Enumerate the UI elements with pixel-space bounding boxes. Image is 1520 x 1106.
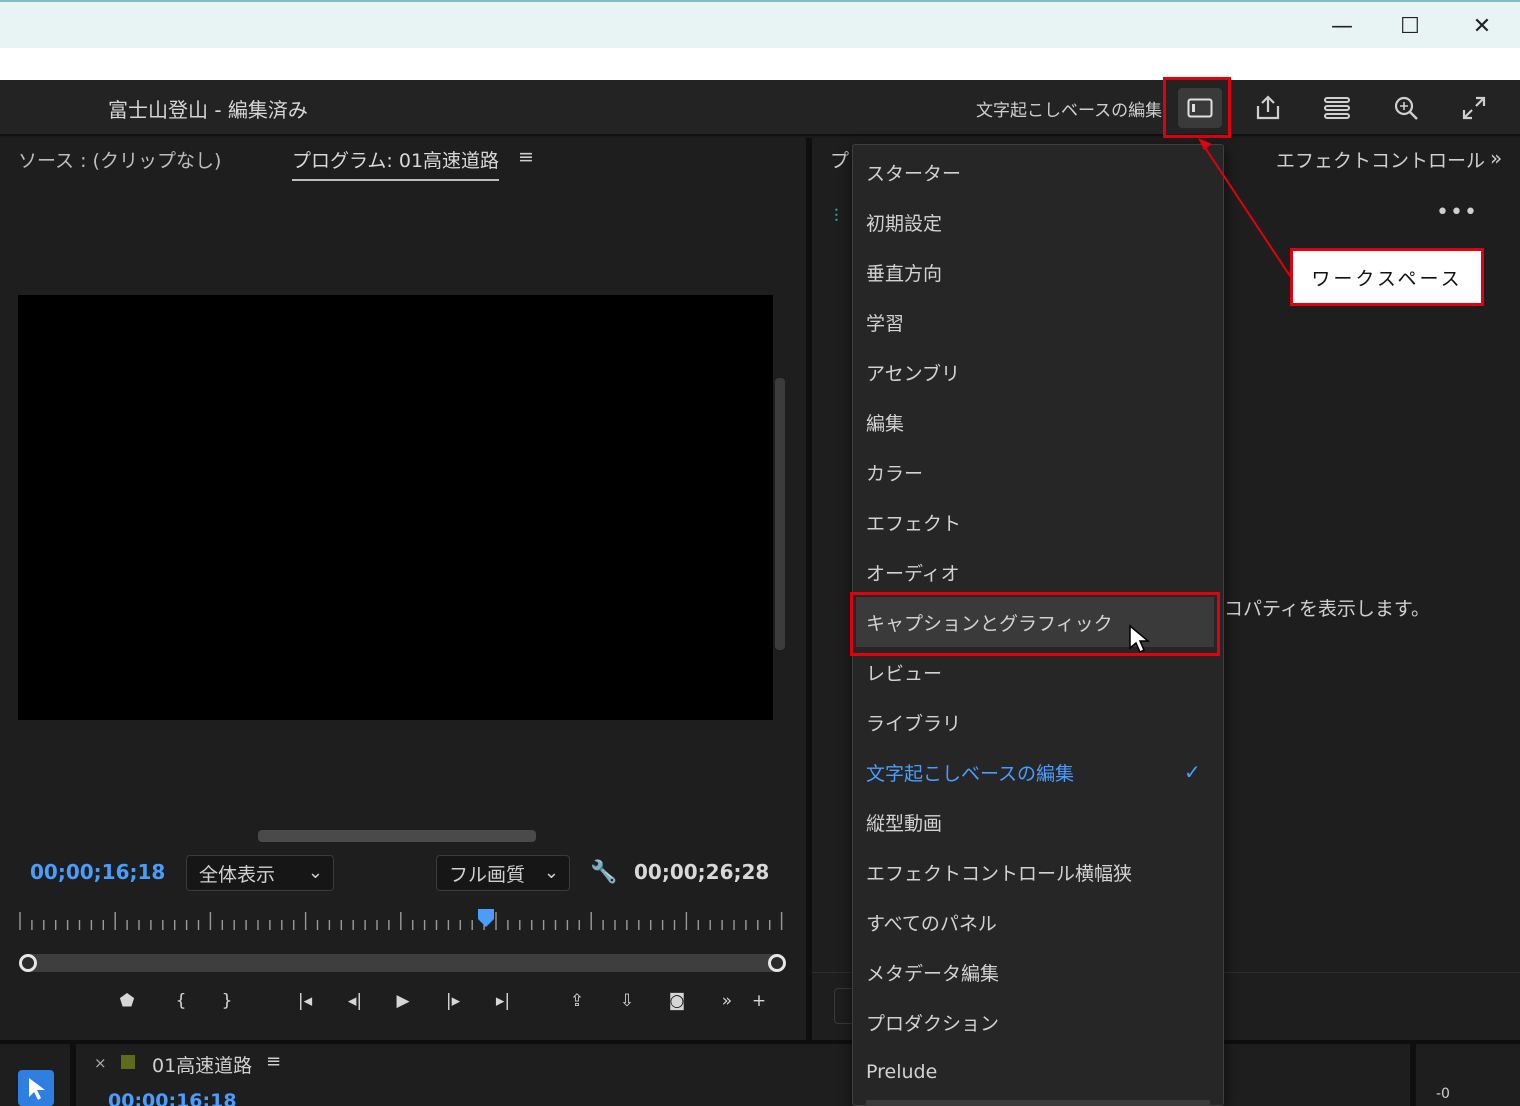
timeline-timecode[interactable]: 00;00;16;18 bbox=[108, 1090, 237, 1106]
audio-meter-label: -0 bbox=[1436, 1086, 1450, 1102]
menu-item-highlight bbox=[850, 592, 1220, 656]
sequence-menu-icon[interactable]: ≡ bbox=[266, 1051, 281, 1072]
align-icon: ⫶ bbox=[834, 206, 839, 227]
close-window-button[interactable]: ✕ bbox=[1462, 10, 1502, 42]
horizontal-scrollbar[interactable] bbox=[258, 830, 536, 842]
time-ruler[interactable] bbox=[18, 908, 786, 932]
workspace-menu-item[interactable]: すべてのパネル bbox=[866, 897, 1216, 947]
wrench-icon[interactable]: 🔧 bbox=[590, 860, 617, 885]
workspace-menu-item[interactable]: 垂直方向 bbox=[866, 247, 1216, 297]
step-back-button[interactable]: ◂| bbox=[340, 988, 370, 1014]
video-preview bbox=[18, 295, 773, 720]
menu-scroll-indicator[interactable] bbox=[866, 1100, 1210, 1106]
zoom-scroll-bar[interactable] bbox=[20, 954, 784, 972]
workspace-menu-item[interactable]: カラー bbox=[866, 447, 1216, 497]
workspace-menu-item[interactable]: 学習 bbox=[866, 297, 1216, 347]
workspace-menu-item[interactable]: Prelude bbox=[866, 1047, 1216, 1097]
sequence-tab[interactable]: 01高速道路 bbox=[152, 1051, 252, 1078]
workspace-menu-item[interactable]: メタデータ編集 bbox=[866, 947, 1216, 997]
go-to-in-button[interactable]: |◂ bbox=[290, 988, 320, 1014]
playhead-icon[interactable] bbox=[477, 908, 495, 928]
workspace-menu-item[interactable]: 初期設定 bbox=[866, 197, 1216, 247]
tab-program[interactable]: プログラム: 01高速道路 bbox=[292, 146, 500, 181]
window-titlebar: — ☐ ✕ bbox=[0, 0, 1520, 48]
current-timecode[interactable]: 00;00;16;18 bbox=[30, 860, 165, 884]
panel-divider[interactable] bbox=[1410, 1044, 1416, 1106]
step-forward-button[interactable]: |▸ bbox=[438, 988, 468, 1014]
workspace-label[interactable]: 文字起こしベースの編集 bbox=[976, 96, 1162, 121]
fullscreen-icon bbox=[1462, 96, 1486, 120]
mark-out-button[interactable]: } bbox=[212, 988, 242, 1014]
playback-quality-select[interactable]: フル画質 ⌄ bbox=[436, 855, 570, 891]
minimize-button[interactable]: — bbox=[1322, 10, 1362, 42]
workspace-callout: ワークスペース bbox=[1290, 248, 1484, 306]
workspace-menu-item[interactable]: アセンブリ bbox=[866, 347, 1216, 397]
zoom-end-handle[interactable] bbox=[768, 954, 786, 972]
panel-menu-icon[interactable]: ≡ bbox=[518, 146, 534, 168]
button-editor-button[interactable]: + bbox=[744, 988, 774, 1014]
duration-timecode: 00;00;26;28 bbox=[634, 860, 770, 884]
workspace-menu-item[interactable]: オーディオ bbox=[866, 547, 1216, 597]
mark-in-button[interactable]: { bbox=[166, 988, 196, 1014]
zoom-start-handle[interactable] bbox=[19, 954, 37, 972]
chevron-down-icon: ⌄ bbox=[307, 862, 323, 883]
mouse-cursor-icon bbox=[1129, 624, 1150, 654]
panel-options-icon[interactable]: ••• bbox=[1436, 200, 1478, 225]
project-title: 富士山登山 - 編集済み bbox=[108, 98, 308, 122]
tab-effect-controls[interactable]: エフェクトコントロール bbox=[1276, 146, 1485, 173]
extract-button[interactable]: ⇩ bbox=[612, 988, 642, 1014]
search-icon bbox=[1394, 96, 1418, 120]
zoom-level-select[interactable]: 全体表示 ⌄ bbox=[186, 855, 334, 891]
fullscreen-button[interactable] bbox=[1452, 88, 1496, 128]
workspace-menu-item[interactable]: ライブラリ bbox=[866, 697, 1216, 747]
panel-divider[interactable] bbox=[70, 1044, 76, 1106]
workspace-menu-item[interactable]: プロダクション bbox=[866, 997, 1216, 1047]
quick-export-button[interactable] bbox=[1315, 88, 1359, 128]
go-to-out-button[interactable]: ▸| bbox=[488, 988, 518, 1014]
add-marker-button[interactable]: ⬟ bbox=[112, 988, 142, 1014]
more-tabs-icon[interactable]: » bbox=[1490, 146, 1502, 170]
maximize-button[interactable]: ☐ bbox=[1390, 10, 1430, 42]
zoom-level-value: 全体表示 bbox=[199, 863, 276, 886]
more-controls-button[interactable]: » bbox=[712, 988, 742, 1014]
workspace-menu-item[interactable]: 編集 bbox=[866, 397, 1216, 447]
playback-quality-value: フル画質 bbox=[449, 863, 526, 886]
tab-source[interactable]: ソース : (クリップなし) bbox=[18, 146, 221, 173]
play-button[interactable]: ▶ bbox=[388, 988, 418, 1014]
workspace-menu-item[interactable]: 縦型動画 bbox=[866, 797, 1216, 847]
vertical-scrollbar[interactable] bbox=[775, 378, 785, 650]
selection-arrow-icon bbox=[29, 1078, 45, 1100]
export-frame-button[interactable]: ◙ bbox=[662, 988, 692, 1014]
quick-export-icon bbox=[1324, 97, 1350, 119]
search-button[interactable] bbox=[1384, 88, 1428, 128]
export-icon bbox=[1256, 95, 1280, 120]
selection-tool-button[interactable] bbox=[18, 1070, 54, 1106]
tab-properties[interactable]: プ bbox=[830, 146, 849, 173]
window-strip bbox=[0, 48, 1520, 80]
close-sequence-icon[interactable]: × bbox=[94, 1054, 107, 1072]
share-button[interactable] bbox=[1246, 88, 1290, 128]
empty-properties-message: コパティを表示します。 bbox=[1224, 598, 1430, 620]
workspace-menu-item[interactable]: スターター bbox=[866, 147, 1216, 197]
workspace-menu-item[interactable]: エフェクトコントロール横幅狭 bbox=[866, 847, 1216, 897]
workspace-menu-item[interactable]: エフェクト bbox=[866, 497, 1216, 547]
sequence-color-label bbox=[121, 1055, 135, 1069]
checkmark-icon: ✓ bbox=[1184, 760, 1201, 784]
workspace-button-highlight bbox=[1163, 77, 1231, 138]
lift-button[interactable]: ⇪ bbox=[562, 988, 592, 1014]
chevron-down-icon: ⌄ bbox=[543, 862, 559, 883]
workspace-menu-item[interactable]: 文字起こしベースの編集 bbox=[866, 747, 1216, 797]
